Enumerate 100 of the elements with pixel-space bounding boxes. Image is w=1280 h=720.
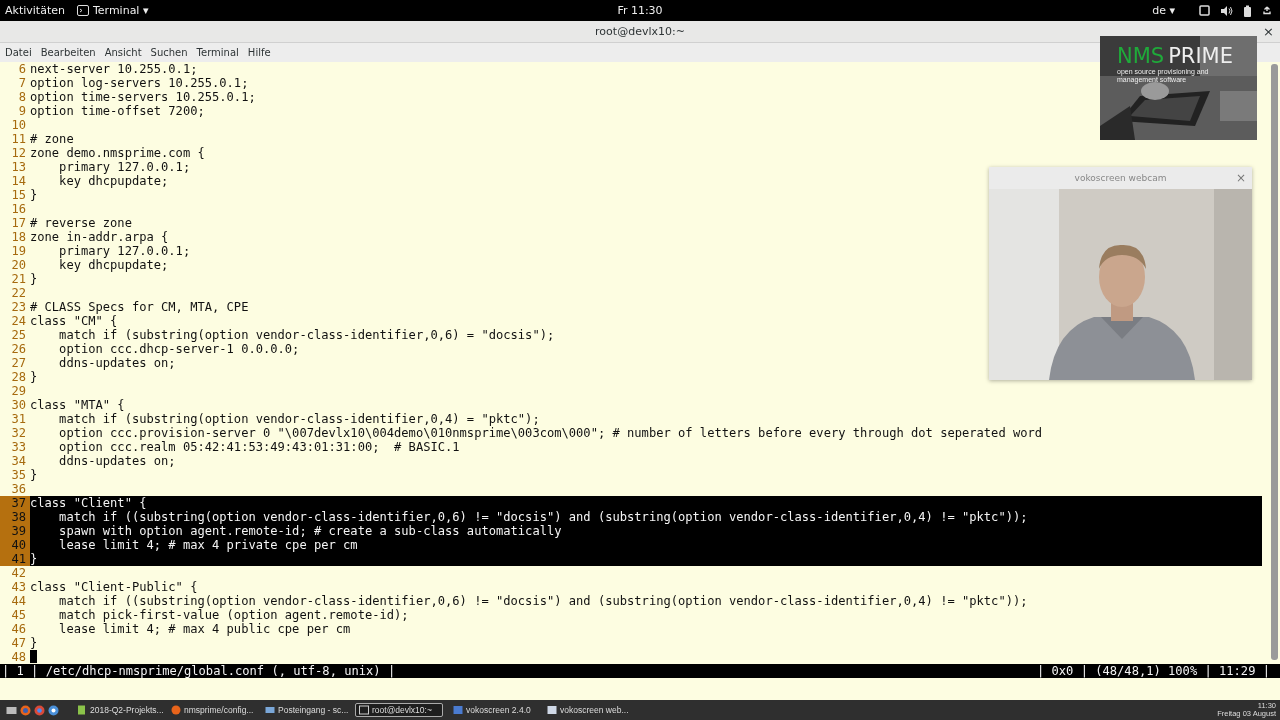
taskbar-button[interactable]: nmsprime/config...: [167, 703, 255, 717]
line-number: 47: [10, 636, 27, 650]
menu-item[interactable]: Datei: [5, 47, 32, 58]
menu-item[interactable]: Hilfe: [247, 47, 271, 58]
task-label: vokoscreen 2.4.0: [466, 705, 531, 715]
line-number: 15: [10, 188, 27, 202]
code-line: ddns-updates on;: [58, 454, 176, 468]
line-number: 44: [10, 594, 27, 608]
line-number: 33: [10, 440, 27, 454]
taskbar-button[interactable]: vokoscreen 2.4.0: [449, 703, 537, 717]
code-line: class "MTA" {: [30, 398, 125, 412]
activities-button[interactable]: Aktivitäten: [5, 4, 65, 17]
keyboard-layout-menu[interactable]: de ▾: [1152, 4, 1175, 17]
menu-item[interactable]: Terminal: [196, 47, 239, 58]
terminal-icon[interactable]: [76, 5, 89, 16]
code-line: class "Client-Public" {: [30, 580, 198, 594]
code-line: }: [30, 272, 38, 286]
window-icon: [453, 705, 463, 715]
line-number: 38: [0, 510, 30, 524]
code-line: lease limit 4; # max 4 public cpe per cm: [58, 622, 351, 636]
line-number: 34: [10, 454, 27, 468]
code-line: match if (substring(option vendor-class-identifier,0,6) = "docsis");: [58, 328, 555, 342]
line-number: 11: [10, 132, 27, 146]
close-button[interactable]: ×: [1263, 24, 1274, 39]
task-label: vokoscreen web...: [560, 705, 629, 715]
browser-icon: [171, 705, 181, 715]
line-number: 8: [17, 90, 27, 104]
menu-item[interactable]: Suchen: [150, 47, 188, 58]
status-text: | 1 | /etc/dhcp-nmsprime/global.conf (, utf-8, unix) |: [2, 664, 396, 678]
line-number: 29: [10, 384, 27, 398]
browser-icon[interactable]: [20, 704, 31, 716]
line-number: 40: [0, 538, 30, 552]
close-button[interactable]: ×: [1235, 171, 1246, 185]
taskbar-button[interactable]: Posteingang - sc...: [261, 703, 349, 717]
code-line: next-server 10.255.0.1;: [30, 62, 198, 76]
code-line: ddns-updates on;: [58, 356, 176, 370]
line-number: 12: [10, 146, 27, 160]
code-line: option log-servers 10.255.0.1;: [30, 76, 249, 90]
code-line: option time-offset 7200;: [30, 104, 205, 118]
line-number: 27: [10, 356, 27, 370]
code-line: option ccc.realm 05:42:41:53:49:43:01:31:00; # BASIC.1: [58, 440, 460, 454]
mail-icon: [265, 705, 275, 715]
code-line: }: [30, 552, 38, 566]
line-number: 24: [10, 314, 27, 328]
status-text: | 0x0 | (48/48,1) 100% | 11:29 |: [1037, 664, 1270, 678]
globe-icon[interactable]: [48, 704, 59, 716]
menu-item[interactable]: Bearbeiten: [40, 47, 96, 58]
line-number: 6: [17, 62, 27, 76]
line-number: 13: [10, 160, 27, 174]
code-line: }: [30, 468, 38, 482]
task-label: nmsprime/config...: [184, 705, 254, 715]
line-number: 46: [10, 622, 27, 636]
logo-text: PRIME: [1168, 45, 1233, 67]
code-line: zone in-addr.arpa {: [30, 230, 169, 244]
line-number: 23: [10, 300, 27, 314]
browser-icon[interactable]: [34, 704, 45, 716]
window-title: root@devlx10:~: [595, 25, 685, 38]
battery-icon[interactable]: [1243, 4, 1252, 17]
taskbar-button[interactable]: vokoscreen web...: [543, 703, 631, 717]
line-number: 21: [10, 272, 27, 286]
code-line: option time-servers 10.255.0.1;: [30, 90, 256, 104]
scrollbar[interactable]: [1271, 64, 1278, 660]
code-line: }: [30, 188, 38, 202]
line-number: 35: [10, 468, 27, 482]
line-number: 14: [10, 174, 27, 188]
code-line: lease limit 4; # max 4 private cpe per cm: [58, 538, 358, 552]
taskbar-button[interactable]: 2018-Q2-Projekts...: [73, 703, 161, 717]
code-line: class "Client" {: [30, 496, 147, 510]
task-label: 2018-Q2-Projekts...: [90, 705, 164, 715]
code-line: match if (substring(option vendor-class-identifier,0,4) = "pktc");: [58, 412, 540, 426]
taskbar-button[interactable]: root@devlx10:~: [355, 703, 443, 717]
code-line: match if ((substring(option vendor-class-identifier,0,6) != "docsis") and (substring(option vendor-class-identifier,0,4) != "pktc"));: [58, 510, 1028, 524]
screen-icon[interactable]: [1199, 5, 1210, 16]
line-number: 39: [0, 524, 30, 538]
speaker-icon[interactable]: [1220, 4, 1233, 17]
line-number: 25: [10, 328, 27, 342]
clock[interactable]: Fr 11:30: [617, 4, 663, 17]
arrow-icon[interactable]: [1262, 6, 1272, 15]
line-number: 18: [10, 230, 27, 244]
app-menu[interactable]: Terminal ▾: [92, 4, 149, 17]
code-line: key dhcpupdate;: [58, 258, 169, 272]
line-number: 26: [10, 342, 27, 356]
line-number: 41: [0, 552, 30, 566]
code-line: key dhcpupdate;: [58, 174, 169, 188]
line-number: 30: [10, 398, 27, 412]
line-number: 20: [10, 258, 27, 272]
desktop-icon[interactable]: [6, 704, 17, 716]
code-line: option ccc.dhcp-server-1 0.0.0.0;: [58, 342, 300, 356]
code-line: spawn with option agent.remote-id; # create a sub-class automatically: [58, 524, 562, 538]
window-title: vokoscreen webcam: [1074, 173, 1167, 183]
line-number: 28: [10, 370, 27, 384]
code-line: # zone: [30, 132, 74, 146]
code-line: match if ((substring(option vendor-class-identifier,0,6) != "docsis") and (substring(option vendor-class-identifier,0,4) != "pktc"));: [58, 594, 1028, 608]
line-number: 22: [10, 286, 27, 300]
code-line: match pick-first-value (option agent.remote-id);: [58, 608, 409, 622]
line-number: 45: [10, 608, 27, 622]
line-number: 16: [10, 202, 27, 216]
menu-item[interactable]: Ansicht: [104, 47, 142, 58]
line-number: 32: [10, 426, 27, 440]
code-line: class "CM" {: [30, 314, 118, 328]
